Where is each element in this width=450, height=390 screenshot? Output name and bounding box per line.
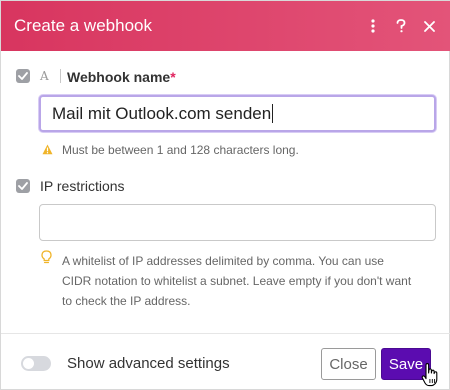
text-caret bbox=[272, 104, 274, 123]
ip-hint-line-1: A whitelist of IP addresses delimited by… bbox=[62, 254, 384, 268]
required-mark: * bbox=[170, 69, 176, 85]
warning-icon bbox=[42, 144, 53, 155]
advanced-settings-label: Show advanced settings bbox=[67, 355, 230, 372]
toggle-knob bbox=[23, 358, 34, 369]
text-type-icon: A bbox=[40, 69, 49, 83]
lightbulb-icon bbox=[41, 250, 52, 264]
create-webhook-dialog: Create a webhook A Webhook name* Mail mi… bbox=[0, 0, 450, 390]
webhook-name-label-text: Webhook name bbox=[67, 69, 171, 85]
ip-restrictions-checkbox[interactable] bbox=[16, 179, 30, 193]
ip-restrictions-hint: A whitelist of IP addresses delimited by… bbox=[62, 251, 411, 311]
webhook-name-input[interactable]: Mail mit Outlook.com senden bbox=[39, 95, 436, 132]
ip-hint-line-2: CIDR notation to whitelist a subnet. Lea… bbox=[62, 274, 412, 288]
footer-divider bbox=[1, 333, 450, 334]
webhook-name-checkbox[interactable] bbox=[16, 69, 30, 83]
checkmark-icon bbox=[18, 182, 28, 190]
header-actions bbox=[365, 1, 437, 51]
dialog-header: Create a webhook bbox=[1, 1, 450, 51]
ip-hint-line-3: to check the IP address. bbox=[62, 294, 191, 308]
label-separator bbox=[60, 69, 61, 83]
close-icon[interactable] bbox=[421, 16, 437, 36]
checkmark-icon bbox=[18, 72, 28, 80]
hand-pointer-icon bbox=[421, 363, 438, 387]
ip-restrictions-input[interactable] bbox=[39, 204, 436, 241]
help-icon[interactable] bbox=[393, 16, 409, 36]
webhook-name-label: Webhook name* bbox=[67, 69, 176, 85]
dialog-title: Create a webhook bbox=[14, 16, 152, 35]
advanced-settings-toggle[interactable] bbox=[21, 356, 51, 371]
ip-restrictions-label: IP restrictions bbox=[40, 178, 125, 194]
close-button[interactable]: Close bbox=[321, 348, 376, 380]
webhook-name-value: Mail mit Outlook.com senden bbox=[52, 103, 272, 123]
more-icon[interactable] bbox=[365, 16, 381, 36]
webhook-name-hint: Must be between 1 and 128 characters lon… bbox=[62, 143, 299, 157]
